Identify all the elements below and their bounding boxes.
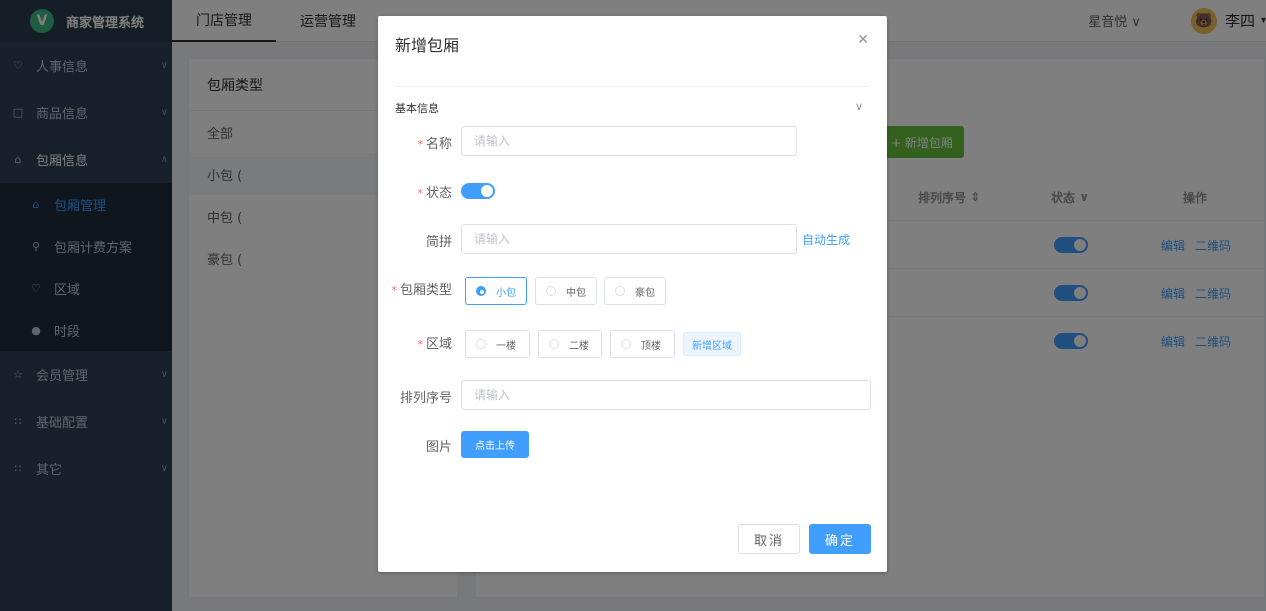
- dialog-title: 新增包厢: [395, 36, 460, 55]
- room-type-label-text: 包厢类型: [399, 283, 452, 298]
- status-label: * 状态: [378, 182, 452, 201]
- radio-small-room[interactable]: 小包: [465, 277, 527, 305]
- radio-area-1f[interactable]: 一楼: [465, 330, 530, 358]
- add-area-button[interactable]: 新增区域: [683, 332, 741, 356]
- radio-area-top[interactable]: 顶楼: [610, 330, 675, 358]
- sort-input[interactable]: [461, 380, 871, 410]
- auto-generate-link[interactable]: 自动生成: [802, 231, 850, 248]
- radio-dot-icon: [549, 339, 559, 349]
- required-mark: *: [417, 338, 423, 351]
- cancel-button[interactable]: 取消: [738, 524, 800, 554]
- radio-dot-icon: [546, 286, 556, 296]
- radio-deluxe-room[interactable]: 豪包: [604, 277, 666, 305]
- radio-dot-icon: [476, 286, 486, 296]
- required-mark: *: [417, 138, 423, 151]
- radio-label: 小包: [496, 287, 516, 299]
- dialog-divider: [395, 86, 869, 87]
- radio-label: 豪包: [635, 287, 655, 299]
- section-title: 基本信息: [395, 102, 439, 115]
- room-type-label: * 包厢类型: [378, 279, 452, 298]
- radio-area-2f[interactable]: 二楼: [538, 330, 602, 358]
- pinyin-label: 简拼: [425, 235, 452, 250]
- chevron-down-icon[interactable]: ∨: [855, 100, 863, 113]
- area-label: * 区域: [378, 333, 452, 352]
- image-label: 图片: [425, 440, 452, 455]
- radio-label: 二楼: [569, 340, 589, 352]
- radio-medium-room[interactable]: 中包: [535, 277, 597, 305]
- pinyin-input[interactable]: [461, 224, 797, 254]
- radio-label: 一楼: [496, 340, 516, 352]
- area-label-text: 区域: [425, 337, 452, 352]
- upload-button[interactable]: 点击上传: [461, 431, 529, 458]
- required-mark: *: [391, 284, 397, 297]
- name-label: * 名称: [378, 133, 452, 152]
- close-icon[interactable]: ✕: [857, 32, 869, 48]
- name-label-text: 名称: [425, 137, 452, 152]
- radio-label: 顶楼: [641, 340, 661, 352]
- radio-dot-icon: [621, 339, 631, 349]
- confirm-button[interactable]: 确定: [809, 524, 871, 554]
- radio-dot-icon: [615, 286, 625, 296]
- status-switch[interactable]: [461, 183, 495, 199]
- status-label-text: 状态: [425, 186, 452, 201]
- name-input[interactable]: [461, 126, 797, 156]
- required-mark: *: [417, 187, 423, 200]
- radio-label: 中包: [566, 287, 586, 299]
- radio-dot-icon: [476, 339, 486, 349]
- sort-label: 排列序号: [399, 391, 452, 406]
- add-room-dialog: 新增包厢 ✕ 基本信息 ∨ *名称 *状态 简拼 自动生成 *包厢类型 小包 中…: [378, 16, 887, 572]
